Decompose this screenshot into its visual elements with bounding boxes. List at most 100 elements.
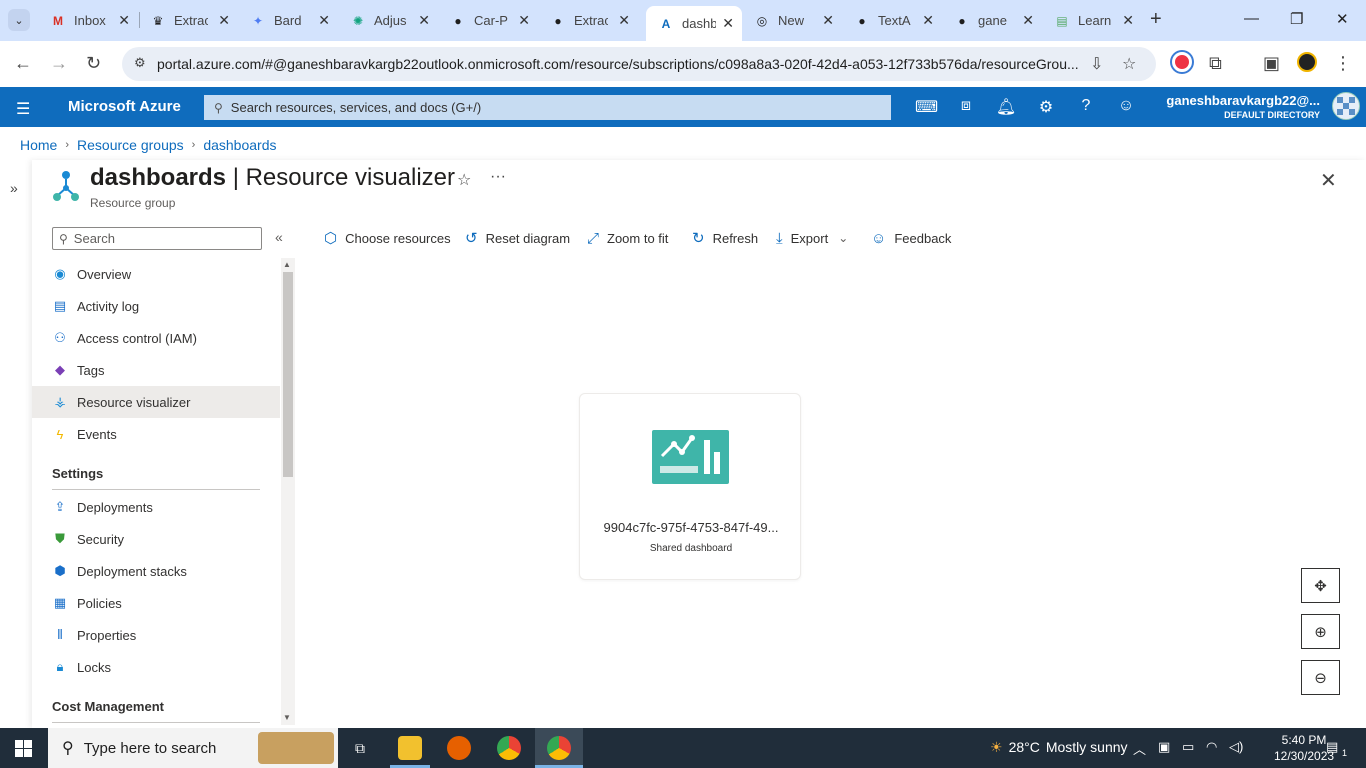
browser-tab-gane[interactable]: ● gane ✕: [942, 6, 1042, 35]
zoom-to-fit-button[interactable]: ⤢ Zoom to fit: [587, 228, 668, 248]
pan-center-button[interactable]: ✥: [1301, 568, 1340, 603]
collapse-menu-icon[interactable]: «: [275, 229, 283, 245]
close-icon[interactable]: ✕: [418, 12, 430, 29]
close-icon[interactable]: ✕: [118, 12, 130, 29]
news-widget-icon[interactable]: [258, 732, 334, 764]
notifications-bell-icon[interactable]: 🔔︎: [995, 97, 1017, 117]
menu-item-properties[interactable]: ⦀ Properties: [32, 619, 280, 651]
menu-item-events[interactable]: ϟ Events: [32, 418, 280, 450]
menu-item-locks[interactable]: 🔒︎ Locks: [32, 651, 280, 683]
back-icon[interactable]: ←: [14, 53, 32, 74]
close-icon[interactable]: ✕: [822, 12, 834, 29]
new-tab-button[interactable]: +: [1150, 8, 1162, 31]
close-icon[interactable]: ✕: [518, 12, 530, 29]
browser-tab-new[interactable]: ◎ New ✕: [742, 6, 842, 35]
export-button[interactable]: ⤓ Export ⌄: [776, 228, 848, 248]
close-icon[interactable]: ✕: [318, 12, 330, 29]
browser-tab-inbox[interactable]: M Inbox ✕: [38, 6, 138, 35]
browser-tab-dashboards[interactable]: A dashb ✕: [646, 6, 742, 41]
task-view-icon[interactable]: ⧉: [348, 736, 372, 760]
menu-item-security[interactable]: ⛊ Security: [32, 523, 280, 555]
menu-item-overview[interactable]: ◉ Overview: [32, 258, 280, 290]
reload-icon[interactable]: ↻: [86, 53, 101, 74]
breadcrumb-resource-groups[interactable]: Resource groups: [77, 137, 184, 153]
close-blade-icon[interactable]: ✕: [1320, 168, 1337, 193]
scroll-up-icon[interactable]: ▲: [283, 260, 291, 269]
install-icon[interactable]: ⇩: [1090, 54, 1103, 74]
browser-tab-extract-2[interactable]: ● Extrac ✕: [538, 6, 638, 35]
menu-item-resource-visualizer[interactable]: ⚶ Resource visualizer: [32, 386, 280, 418]
chrome-icon[interactable]: [497, 736, 521, 760]
side-panel-icon[interactable]: ▣: [1263, 53, 1280, 74]
meet-icon[interactable]: ▣: [1158, 739, 1170, 755]
favorite-star-icon[interactable]: ☆: [457, 170, 471, 190]
window-close-icon[interactable]: ✕: [1336, 10, 1349, 28]
bookmark-star-icon[interactable]: ☆: [1122, 54, 1136, 74]
reset-diagram-button[interactable]: ↺ Reset diagram: [465, 228, 570, 248]
user-avatar[interactable]: [1332, 92, 1360, 120]
global-search-input[interactable]: ⚲ Search resources, services, and docs (…: [204, 95, 891, 120]
close-icon[interactable]: ✕: [1122, 12, 1134, 29]
wifi-icon[interactable]: ◠: [1206, 739, 1217, 755]
kebab-menu-icon[interactable]: ⋮: [1334, 53, 1352, 74]
profile-avatar[interactable]: [1297, 52, 1317, 72]
close-icon[interactable]: ✕: [922, 12, 934, 29]
file-explorer-icon[interactable]: [398, 736, 422, 760]
menu-item-activity-log[interactable]: ▤ Activity log: [32, 290, 280, 322]
cloud-shell-icon[interactable]: ⌨: [915, 97, 938, 117]
address-bar[interactable]: ⚙ portal.azure.com/#@ganeshbaravkargb22o…: [122, 47, 1156, 81]
windows-start-icon[interactable]: [15, 740, 32, 757]
zoom-out-button[interactable]: ⊖: [1301, 660, 1340, 695]
zoom-in-button[interactable]: ⊕: [1301, 614, 1340, 649]
scrollbar-thumb[interactable]: [283, 272, 293, 477]
feedback-icon[interactable]: ☺: [1115, 97, 1137, 115]
browser-tab-adjust[interactable]: ✺ Adjus ✕: [338, 6, 438, 35]
tab-search-button[interactable]: ⌄: [8, 9, 30, 31]
breadcrumb-home[interactable]: Home: [20, 137, 57, 153]
breadcrumb-dashboards[interactable]: dashboards: [203, 137, 276, 153]
expand-sidebar-icon[interactable]: »: [10, 180, 18, 196]
help-icon[interactable]: ?: [1075, 97, 1097, 115]
extensions-puzzle-icon[interactable]: ⧉: [1209, 53, 1222, 74]
menu-scrollbar[interactable]: ▲ ▼: [281, 258, 295, 725]
restore-icon[interactable]: ❐: [1290, 10, 1303, 28]
scroll-down-icon[interactable]: ▼: [283, 713, 291, 722]
menu-item-policies[interactable]: ▦ Policies: [32, 587, 280, 619]
resource-node-card[interactable]: 9904c7fc-975f-4753-847f-49... Shared das…: [579, 393, 801, 580]
browser-tab-bard[interactable]: ✦ Bard ✕: [238, 6, 338, 35]
close-icon[interactable]: ✕: [722, 15, 734, 32]
firefox-icon[interactable]: [447, 736, 471, 760]
menu-item-deployment-stacks[interactable]: ⬢ Deployment stacks: [32, 555, 280, 587]
forward-icon[interactable]: →: [50, 53, 68, 74]
browser-tab-learn[interactable]: ▤ Learn ✕: [1042, 6, 1142, 35]
battery-icon[interactable]: ▭: [1182, 739, 1194, 755]
volume-icon[interactable]: ◁): [1229, 739, 1243, 755]
azure-brand[interactable]: Microsoft Azure: [68, 98, 181, 115]
hamburger-menu-icon[interactable]: ☰: [16, 99, 30, 119]
site-info-icon[interactable]: ⚙: [134, 55, 146, 71]
notification-center-icon[interactable]: ▤: [1326, 739, 1338, 755]
weather-widget[interactable]: ☀ 28°C Mostly sunny: [990, 739, 1128, 756]
menu-search-input[interactable]: ⚲ Search: [52, 227, 262, 250]
menu-item-deployments[interactable]: ⇪ Deployments: [32, 491, 280, 523]
close-icon[interactable]: ✕: [218, 12, 230, 29]
menu-item-tags[interactable]: ◆ Tags: [32, 354, 280, 386]
browser-tab-extract-1[interactable]: ♛ Extrac ✕: [138, 6, 238, 35]
directories-filter-icon[interactable]: ⧈: [955, 97, 977, 115]
close-icon[interactable]: ✕: [618, 12, 630, 29]
url-text[interactable]: portal.azure.com/#@ganeshbaravkargb22out…: [157, 56, 1087, 72]
menu-item-iam[interactable]: ⚇ Access control (IAM): [32, 322, 280, 354]
more-options-icon[interactable]: ···: [490, 168, 506, 186]
refresh-button[interactable]: ↻ Refresh: [692, 228, 758, 248]
tray-chevron-up-icon[interactable]: ︿: [1133, 739, 1146, 758]
settings-gear-icon[interactable]: ⚙: [1035, 97, 1057, 117]
choose-resources-button[interactable]: ⬡ Choose resources: [324, 228, 451, 248]
minimize-icon[interactable]: —: [1244, 10, 1259, 27]
chrome-profile-icon[interactable]: [547, 736, 571, 760]
account-menu[interactable]: ganeshbaravkargb22@... DEFAULT DIRECTORY: [1166, 93, 1320, 120]
browser-tab-texta[interactable]: ● TextA ✕: [842, 6, 942, 35]
browser-tab-car[interactable]: ● Car-P ✕: [438, 6, 538, 35]
feedback-button[interactable]: ☺ Feedback: [871, 228, 951, 248]
close-icon[interactable]: ✕: [1022, 12, 1034, 29]
extension-icon[interactable]: [1172, 52, 1192, 72]
